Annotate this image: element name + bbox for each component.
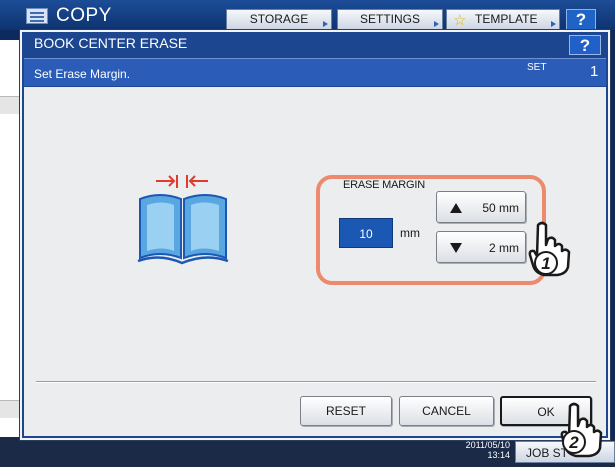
date-text: 2011/05/10 bbox=[465, 440, 510, 450]
help-button-top[interactable]: ? bbox=[566, 9, 596, 30]
book-center-erase-dialog: BOOK CENTER ERASE ? Set Erase Margin. SE… bbox=[20, 30, 610, 440]
dialog-content: ERASE MARGIN 10 mm 50 mm 2 mm 1 RESET CA… bbox=[24, 87, 606, 436]
app-title: COPY bbox=[56, 5, 112, 26]
cancel-button[interactable]: CANCEL bbox=[399, 396, 494, 426]
erase-margin-value[interactable]: 10 bbox=[339, 218, 393, 248]
tab-arrow-icon bbox=[551, 21, 556, 27]
top-bar: COPY STORAGE SETTINGS ☆ TEMPLATE ? bbox=[0, 0, 615, 30]
decrease-margin-button[interactable]: 2 mm bbox=[436, 231, 526, 263]
up-triangle-icon bbox=[450, 203, 462, 213]
date-time: 2011/05/10 13:14 bbox=[432, 440, 510, 460]
reset-button[interactable]: RESET bbox=[300, 396, 392, 426]
time-text: 13:14 bbox=[487, 450, 510, 460]
increase-margin-label: 50 mm bbox=[482, 201, 519, 215]
pointing-hand-icon: 1 bbox=[528, 221, 571, 277]
down-triangle-icon bbox=[450, 243, 462, 253]
book-center-erase-icon bbox=[137, 175, 229, 265]
left-panel-segment bbox=[0, 400, 22, 418]
copy-app-icon bbox=[26, 8, 48, 24]
dialog-title: BOOK CENTER ERASE bbox=[34, 35, 188, 51]
pointing-hand-icon: 2 bbox=[560, 402, 603, 458]
tab-settings-label: SETTINGS bbox=[359, 12, 420, 26]
divider bbox=[36, 381, 596, 382]
tab-arrow-icon bbox=[434, 21, 439, 27]
tab-template[interactable]: ☆ TEMPLATE bbox=[446, 9, 560, 30]
set-number: 1 bbox=[590, 63, 599, 80]
tab-arrow-icon bbox=[323, 21, 328, 27]
erase-margin-unit: mm bbox=[400, 226, 420, 240]
tab-settings[interactable]: SETTINGS bbox=[337, 9, 443, 30]
help-button[interactable]: ? bbox=[569, 35, 601, 55]
tab-storage[interactable]: STORAGE bbox=[226, 9, 332, 30]
left-panel-edge bbox=[0, 40, 22, 437]
tab-storage-label: STORAGE bbox=[249, 12, 309, 26]
step-2-label: 2 bbox=[568, 433, 579, 452]
message-text: Set Erase Margin. bbox=[34, 67, 131, 81]
message-bar: Set Erase Margin. SET 1 bbox=[24, 58, 606, 86]
star-icon: ☆ bbox=[453, 12, 467, 29]
set-label: SET bbox=[527, 62, 547, 73]
left-panel-segment bbox=[0, 96, 22, 114]
decrease-margin-label: 2 mm bbox=[489, 241, 519, 255]
increase-margin-button[interactable]: 50 mm bbox=[436, 191, 526, 223]
tab-template-label: TEMPLATE bbox=[475, 12, 538, 26]
erase-margin-label: ERASE MARGIN bbox=[343, 179, 425, 191]
step-1-label: 1 bbox=[541, 254, 550, 273]
